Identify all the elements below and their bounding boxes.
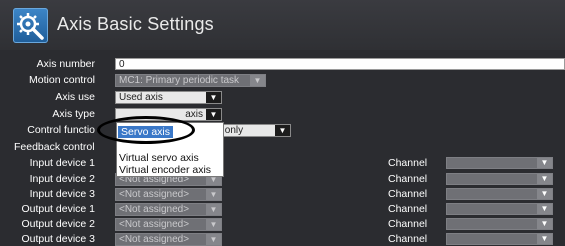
chevron-down-icon: ▼ <box>537 204 552 214</box>
chevron-down-icon: ▼ <box>537 158 552 168</box>
dropdown-option-servo-axis[interactable]: Servo axis <box>118 126 174 138</box>
device-label: Output device 3 <box>21 233 95 245</box>
channel-select: ▼ <box>446 233 553 245</box>
device-label: Input device 1 <box>29 157 95 169</box>
page-title: Axis Basic Settings <box>57 14 214 34</box>
channel-label: Channel <box>388 218 428 230</box>
motion-control-value: MC1: Primary periodic task <box>119 75 240 86</box>
axis-use-label: Axis use <box>55 91 95 103</box>
dropdown-option-virtual-encoder-axis[interactable]: Virtual encoder axis <box>119 164 211 176</box>
chevron-down-icon: ▼ <box>206 234 221 245</box>
channel-select: ▼ <box>446 188 553 200</box>
device-select: <Not assigned> ▼ <box>115 218 222 231</box>
channel-label: Channel <box>388 157 428 169</box>
panel-header: Axis Basic Settings <box>0 0 565 50</box>
device-label: Output device 2 <box>21 218 95 230</box>
chevron-down-icon: ▼ <box>537 219 552 229</box>
motion-control-select: MC1: Primary periodic task ▼ <box>115 74 266 87</box>
axis-type-dropdown-list: Servo axis Virtual servo axis Virtual en… <box>116 122 224 177</box>
channel-select: ▼ <box>446 173 553 185</box>
channel-label: Channel <box>388 203 428 215</box>
motion-control-label: Motion control <box>29 74 95 86</box>
device-label: Input device 3 <box>29 188 95 200</box>
chevron-down-icon: ▼ <box>537 189 552 199</box>
device-select: <Not assigned> ▼ <box>115 233 222 246</box>
device-select: <Not assigned> ▼ <box>115 188 222 201</box>
axis-use-select[interactable]: Used axis ▼ <box>115 91 222 104</box>
axis-use-value: Used axis <box>119 92 163 103</box>
chevron-down-icon: ▼ <box>206 109 221 120</box>
channel-label: Channel <box>388 173 428 185</box>
device-label: Output device 1 <box>21 203 95 215</box>
device-value: <Not assigned> <box>119 234 190 245</box>
dropdown-option-virtual-servo-axis[interactable]: Virtual servo axis <box>119 152 199 164</box>
device-value: <Not assigned> <box>119 189 190 200</box>
axis-type-value: axis <box>185 109 203 120</box>
device-value: <Not assigned> <box>119 219 190 230</box>
feedback-control-label: Feedback control <box>14 141 95 153</box>
axis-number-label: Axis number <box>36 58 95 70</box>
chevron-down-icon: ▼ <box>206 204 221 215</box>
axis-settings-icon <box>13 8 48 43</box>
axis-type-select[interactable]: axis ▼ <box>115 108 222 121</box>
axis-number-field[interactable]: 0 <box>115 58 565 70</box>
chevron-down-icon: ▼ <box>206 92 221 103</box>
channel-select: ▼ <box>446 218 553 230</box>
channel-label: Channel <box>388 188 428 200</box>
device-value: <Not assigned> <box>119 204 190 215</box>
chevron-down-icon: ▼ <box>250 75 265 86</box>
device-select: <Not assigned> ▼ <box>115 203 222 216</box>
axis-type-label: Axis type <box>52 108 95 120</box>
chevron-down-icon: ▼ <box>537 174 552 184</box>
chevron-down-icon: ▼ <box>206 189 221 200</box>
chevron-down-icon: ▼ <box>206 219 221 230</box>
channel-label: Channel <box>388 233 428 245</box>
device-label: Input device 2 <box>29 173 95 185</box>
chevron-down-icon: ▼ <box>275 125 290 136</box>
channel-select: ▼ <box>446 157 553 169</box>
control-function-label: Control functio <box>27 124 95 136</box>
channel-select: ▼ <box>446 203 553 215</box>
